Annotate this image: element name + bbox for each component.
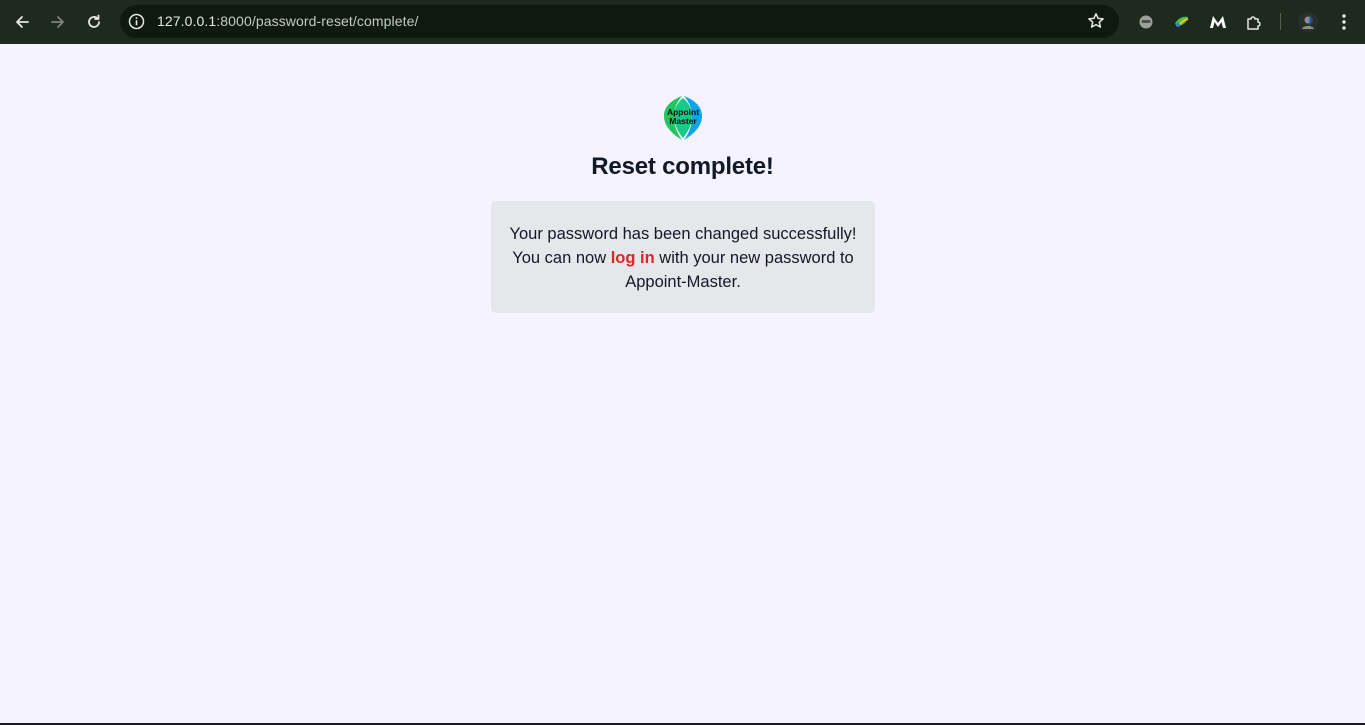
success-message-card: Your password has been changed successfu…	[491, 201, 875, 313]
browser-toolbar: 127.0.0.1:8000/password-reset/complete/	[0, 0, 1365, 44]
url-text[interactable]: 127.0.0.1:8000/password-reset/complete/	[157, 13, 419, 29]
site-info-icon[interactable]	[128, 13, 145, 30]
reload-button[interactable]	[80, 8, 108, 36]
back-arrow-icon	[16, 16, 29, 28]
appoint-master-logo: Appoint Master	[660, 94, 706, 142]
message-line-3: Appoint-Master.	[625, 273, 741, 291]
login-link[interactable]: log in	[611, 249, 655, 267]
page-content: Appoint Master Reset complete! Your pass…	[0, 44, 1365, 725]
kebab-menu-icon[interactable]	[1333, 11, 1355, 33]
address-bar[interactable]: 127.0.0.1:8000/password-reset/complete/	[120, 5, 1119, 38]
bookmark-star-icon[interactable]	[1087, 12, 1105, 30]
message-suffix: with your new password to	[654, 249, 854, 267]
message-line-2: You can now log in with your new passwor…	[509, 246, 857, 270]
forward-button[interactable]	[44, 8, 72, 36]
forward-arrow-icon	[51, 16, 64, 28]
extensions-puzzle-icon[interactable]	[1243, 11, 1265, 33]
malwarebytes-icon[interactable]	[1207, 11, 1229, 33]
page-title: Reset complete!	[591, 153, 774, 180]
url-path: :8000/password-reset/complete/	[216, 13, 419, 29]
message-prefix: You can now	[512, 249, 611, 267]
reload-icon	[88, 14, 100, 28]
toolbar-divider	[1280, 13, 1281, 30]
extension-mask-icon[interactable]	[1135, 11, 1157, 33]
svg-text:Master: Master	[669, 116, 697, 126]
profile-avatar[interactable]	[1297, 11, 1319, 33]
back-button[interactable]	[8, 8, 36, 36]
message-line-1: Your password has been changed successfu…	[509, 225, 857, 243]
extension-color-icon[interactable]	[1171, 11, 1193, 33]
url-host: 127.0.0.1	[157, 13, 217, 29]
